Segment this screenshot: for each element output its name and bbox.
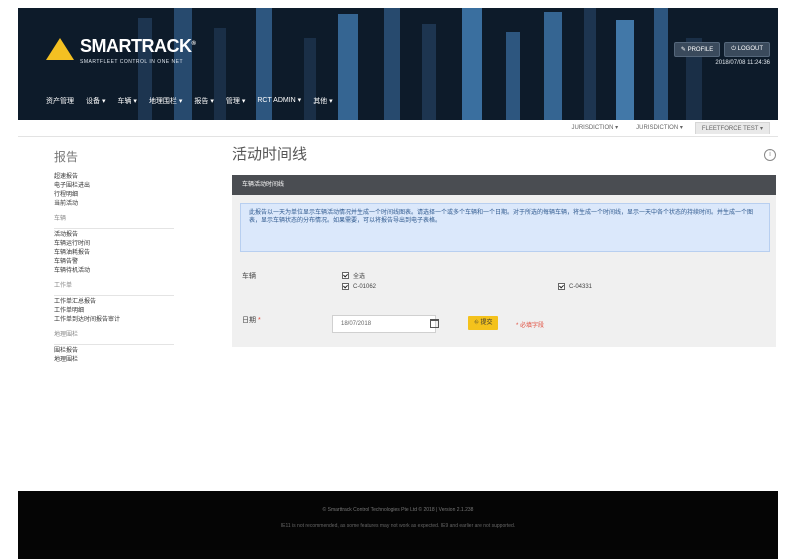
app-window: SMARTRACK® SMARTFLEET CONTROL IN ONE NET… — [0, 0, 792, 559]
brand-logo[interactable]: SMARTRACK® SMARTFLEET CONTROL IN ONE NET — [46, 36, 196, 65]
subnav-jurisdiction-1[interactable]: JURISDICTION ▾ — [565, 122, 624, 134]
select-all-checkbox[interactable]: 全选 — [342, 271, 365, 280]
nav-item-admin[interactable]: 管理 ▾ — [226, 96, 245, 106]
sidebar-title: 报告 — [54, 150, 79, 164]
sidebar-item-fuel[interactable]: 车辆油耗报告 — [54, 249, 204, 258]
sidebar-item-workorder-summary[interactable]: 工作单汇总报告 — [54, 298, 204, 307]
sidebar-divider — [54, 344, 174, 345]
main-content: 活动时间线 i 车辆活动时间线 此报告以一天为单位显示车辆活动情况并生成一个时间… — [232, 143, 776, 347]
footer-browser-note: IE11 is not recommended, as some feature… — [280, 523, 516, 529]
sidebar-item-alerts[interactable]: 车辆告警 — [54, 258, 204, 267]
sidebar-item-current-activity[interactable]: 当前活动 — [54, 200, 204, 209]
sidebar-divider — [54, 295, 174, 296]
nav-item-geofence[interactable]: 地理围栏 ▾ — [149, 96, 182, 106]
header-datetime: 2018/07/08 11:24:36 — [715, 60, 770, 66]
required-star: * — [257, 317, 261, 324]
logout-button[interactable]: ⏻ LOGOUT — [724, 42, 770, 57]
subnav-fleetforce-test[interactable]: FLEETFORCE TEST ▾ — [694, 122, 770, 134]
vehicle-label: 车辆 — [242, 273, 256, 280]
logo-triangle-icon — [46, 38, 74, 60]
vehicle-checkbox-c01062[interactable]: C-01062 — [342, 283, 376, 290]
help-text: 此报告以一天为单位显示车辆活动情况并生成一个时间线图表。请选择一个或多个车辆和一… — [240, 203, 770, 252]
main-nav: 资产管理 设备 ▾ 车辆 ▾ 地理围栏 ▾ 报告 ▾ 管理 ▾ RCT ADMI… — [46, 96, 333, 106]
nav-item-assets[interactable]: 资产管理 — [46, 96, 74, 106]
report-panel: 车辆活动时间线 此报告以一天为单位显示车辆活动情况并生成一个时间线图表。请选择一… — [232, 175, 776, 347]
profile-button[interactable]: ✎ PROFILE — [673, 42, 721, 57]
left-margin — [0, 0, 18, 559]
panel-title: 车辆活动时间线 — [232, 175, 776, 195]
sidebar-item-geofence-inout[interactable]: 电子围栏进出 — [54, 182, 204, 191]
sidebar-item-speeding[interactable]: 超速报告 — [54, 173, 204, 182]
nav-item-devices[interactable]: 设备 ▾ — [86, 96, 105, 106]
vehicle-checkbox-c04331[interactable]: C-04331 — [558, 283, 592, 290]
info-icon[interactable]: i — [764, 149, 776, 161]
sidebar-item-fence-report[interactable]: 围栏报告 — [54, 347, 204, 356]
sidebar-heading-vehicles: 车辆 — [54, 216, 67, 222]
subnav-items: JURISDICTION ▾ JURISDICTION ▾ FLEETFORCE… — [565, 122, 770, 134]
sidebar-divider — [54, 228, 174, 229]
page-title: 活动时间线 — [232, 146, 308, 163]
sidebar-heading-geofence: 地理围栏 — [54, 332, 79, 338]
footer: © Smarttrack Control Technologies Pte Lt… — [18, 491, 778, 559]
nav-item-other[interactable]: 其他 ▾ — [313, 96, 332, 106]
required-field-note: * 必填字段 — [516, 323, 545, 329]
sidebar-item-workorder-detail[interactable]: 工作单明细 — [54, 307, 204, 316]
nav-item-reports[interactable]: 报告 ▾ — [194, 96, 213, 106]
date-label: 日期 * — [242, 317, 261, 324]
logo-text: SMARTRACK® — [80, 36, 196, 56]
nav-item-vehicles[interactable]: 车辆 ▾ — [117, 96, 136, 106]
vehicle-label-c04331: C-04331 — [569, 283, 593, 290]
subnav-jurisdiction-2[interactable]: JURISDICTION ▾ — [630, 122, 689, 134]
submit-button[interactable]: ⛗ 提交 — [468, 316, 499, 330]
header-banner: SMARTRACK® SMARTFLEET CONTROL IN ONE NET… — [18, 8, 778, 120]
header-buttons: ✎ PROFILE ⏻ LOGOUT — [673, 42, 770, 57]
checkbox-checked-icon — [342, 272, 349, 279]
sidebar-item-runtime[interactable]: 车辆运行时间 — [54, 240, 204, 249]
sidebar-item-geofence[interactable]: 地理围栏 — [54, 356, 204, 365]
vehicle-label-c01062: C-01062 — [353, 283, 377, 290]
sidebar-item-activity[interactable]: 活动报告 — [54, 231, 204, 240]
logo-tagline: SMARTFLEET CONTROL IN ONE NET — [80, 59, 184, 65]
subnav-bar: JURISDICTION ▾ JURISDICTION ▾ FLEETFORCE… — [18, 120, 778, 137]
sidebar-item-idle[interactable]: 车辆待机活动 — [54, 267, 204, 276]
select-all-label: 全选 — [353, 274, 366, 280]
footer-copyright: © Smarttrack Control Technologies Pte Lt… — [322, 507, 474, 513]
nav-item-rct-admin[interactable]: RCT ADMIN ▾ — [257, 96, 301, 106]
sidebar-item-trip-detail[interactable]: 行程明细 — [54, 191, 204, 200]
sidebar-heading-workorders: 工作单 — [54, 283, 73, 289]
sidebar: 报告 超速报告 电子围栏进出 行程明细 当前活动 车辆 活动报告 车辆运行时间 … — [54, 148, 204, 365]
sidebar-item-workorder-audit[interactable]: 工作单到达时间报告审计 — [54, 316, 204, 325]
right-margin — [778, 0, 792, 559]
checkbox-checked-icon — [342, 283, 349, 290]
checkbox-checked-icon — [558, 283, 565, 290]
date-input[interactable]: 18/07/2018 — [332, 315, 436, 333]
calendar-icon[interactable] — [430, 319, 439, 328]
